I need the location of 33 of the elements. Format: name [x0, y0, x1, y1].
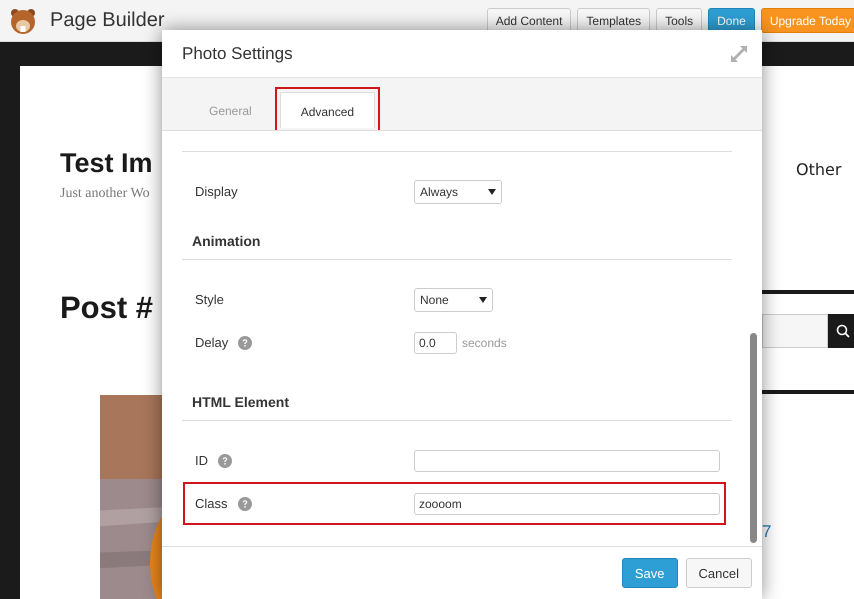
search-field[interactable]: [762, 314, 828, 348]
help-icon[interactable]: [238, 496, 252, 510]
search-button[interactable]: [828, 314, 854, 348]
select-field[interactable]: None: [414, 288, 493, 312]
input-field[interactable]: [414, 450, 720, 472]
help-icon[interactable]: [238, 336, 252, 350]
search-icon: [836, 324, 850, 338]
archive-link[interactable]: 7: [762, 522, 772, 542]
field-label: Delay: [195, 335, 228, 350]
caret-icon: [488, 188, 496, 194]
site-tagline: Just another Wo: [60, 186, 150, 202]
expand-icon[interactable]: [730, 44, 748, 62]
dialog-button[interactable]: Cancel: [686, 558, 752, 588]
field-label: Class: [195, 496, 228, 511]
field-label: Display: [195, 184, 238, 199]
tab[interactable]: Advanced: [280, 92, 376, 128]
input-field[interactable]: zoooom: [414, 492, 720, 514]
unit-label: seconds: [462, 336, 507, 350]
help-icon[interactable]: [218, 454, 232, 468]
field-label: Style: [195, 292, 224, 307]
input-field[interactable]: 0.0: [414, 332, 457, 354]
logo-icon: [8, 6, 38, 34]
site-title: Test Im: [60, 147, 153, 180]
section-heading: Animation: [192, 233, 260, 249]
select-field[interactable]: Always: [414, 180, 502, 204]
menu-item[interactable]: Other: [796, 160, 842, 180]
post-title: Post #: [60, 289, 154, 327]
scrollbar[interactable]: [750, 333, 757, 543]
section-heading: HTML Element: [192, 394, 289, 410]
dialog-title: Photo Settings: [182, 44, 293, 64]
caret-icon: [478, 296, 487, 302]
app-title: Page Builder: [50, 9, 165, 32]
field-label: ID: [195, 453, 208, 468]
